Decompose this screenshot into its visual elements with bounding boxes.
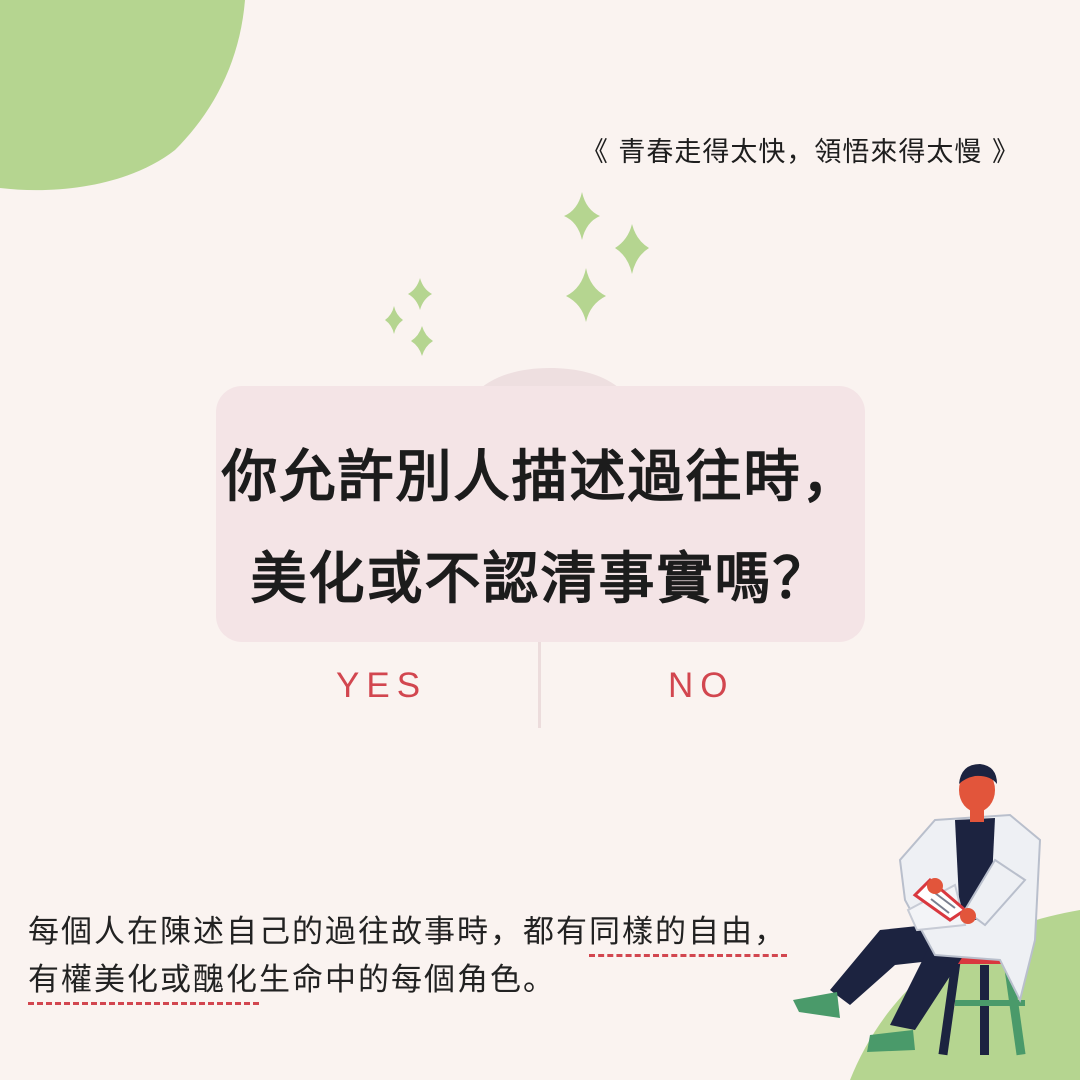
question-line-2: 美化或不認清事實嗎？ [250,547,831,612]
underlined-text: 同樣的自由， [589,914,787,957]
body-text: 生命中的每個角色。 [259,962,556,998]
green-blob-top-left [0,0,245,191]
sparkle-icon [385,192,649,356]
underlined-text: 有權美化或醜化 [28,962,259,1005]
body-line-1: 每個人在陳述自己的過往故事時，都有同樣的自由， [28,906,787,957]
no-option[interactable]: NO [668,666,735,706]
subtitle: 《 青春走得太快，領悟來得太慢 》 [580,137,1020,168]
person-illustration [793,764,1042,1056]
body-text: 每個人在陳述自己的過往故事時，都有 [28,914,589,950]
question-line-1: 你允許別人描述過往時， [221,445,860,510]
body-line-2: 有權美化或醜化生命中的每個角色。 [28,954,556,1005]
question-card: 你允許別人描述過往時， 美化或不認清事實嗎？ [216,386,865,642]
yes-option[interactable]: YES [336,666,427,706]
divider [538,642,541,728]
